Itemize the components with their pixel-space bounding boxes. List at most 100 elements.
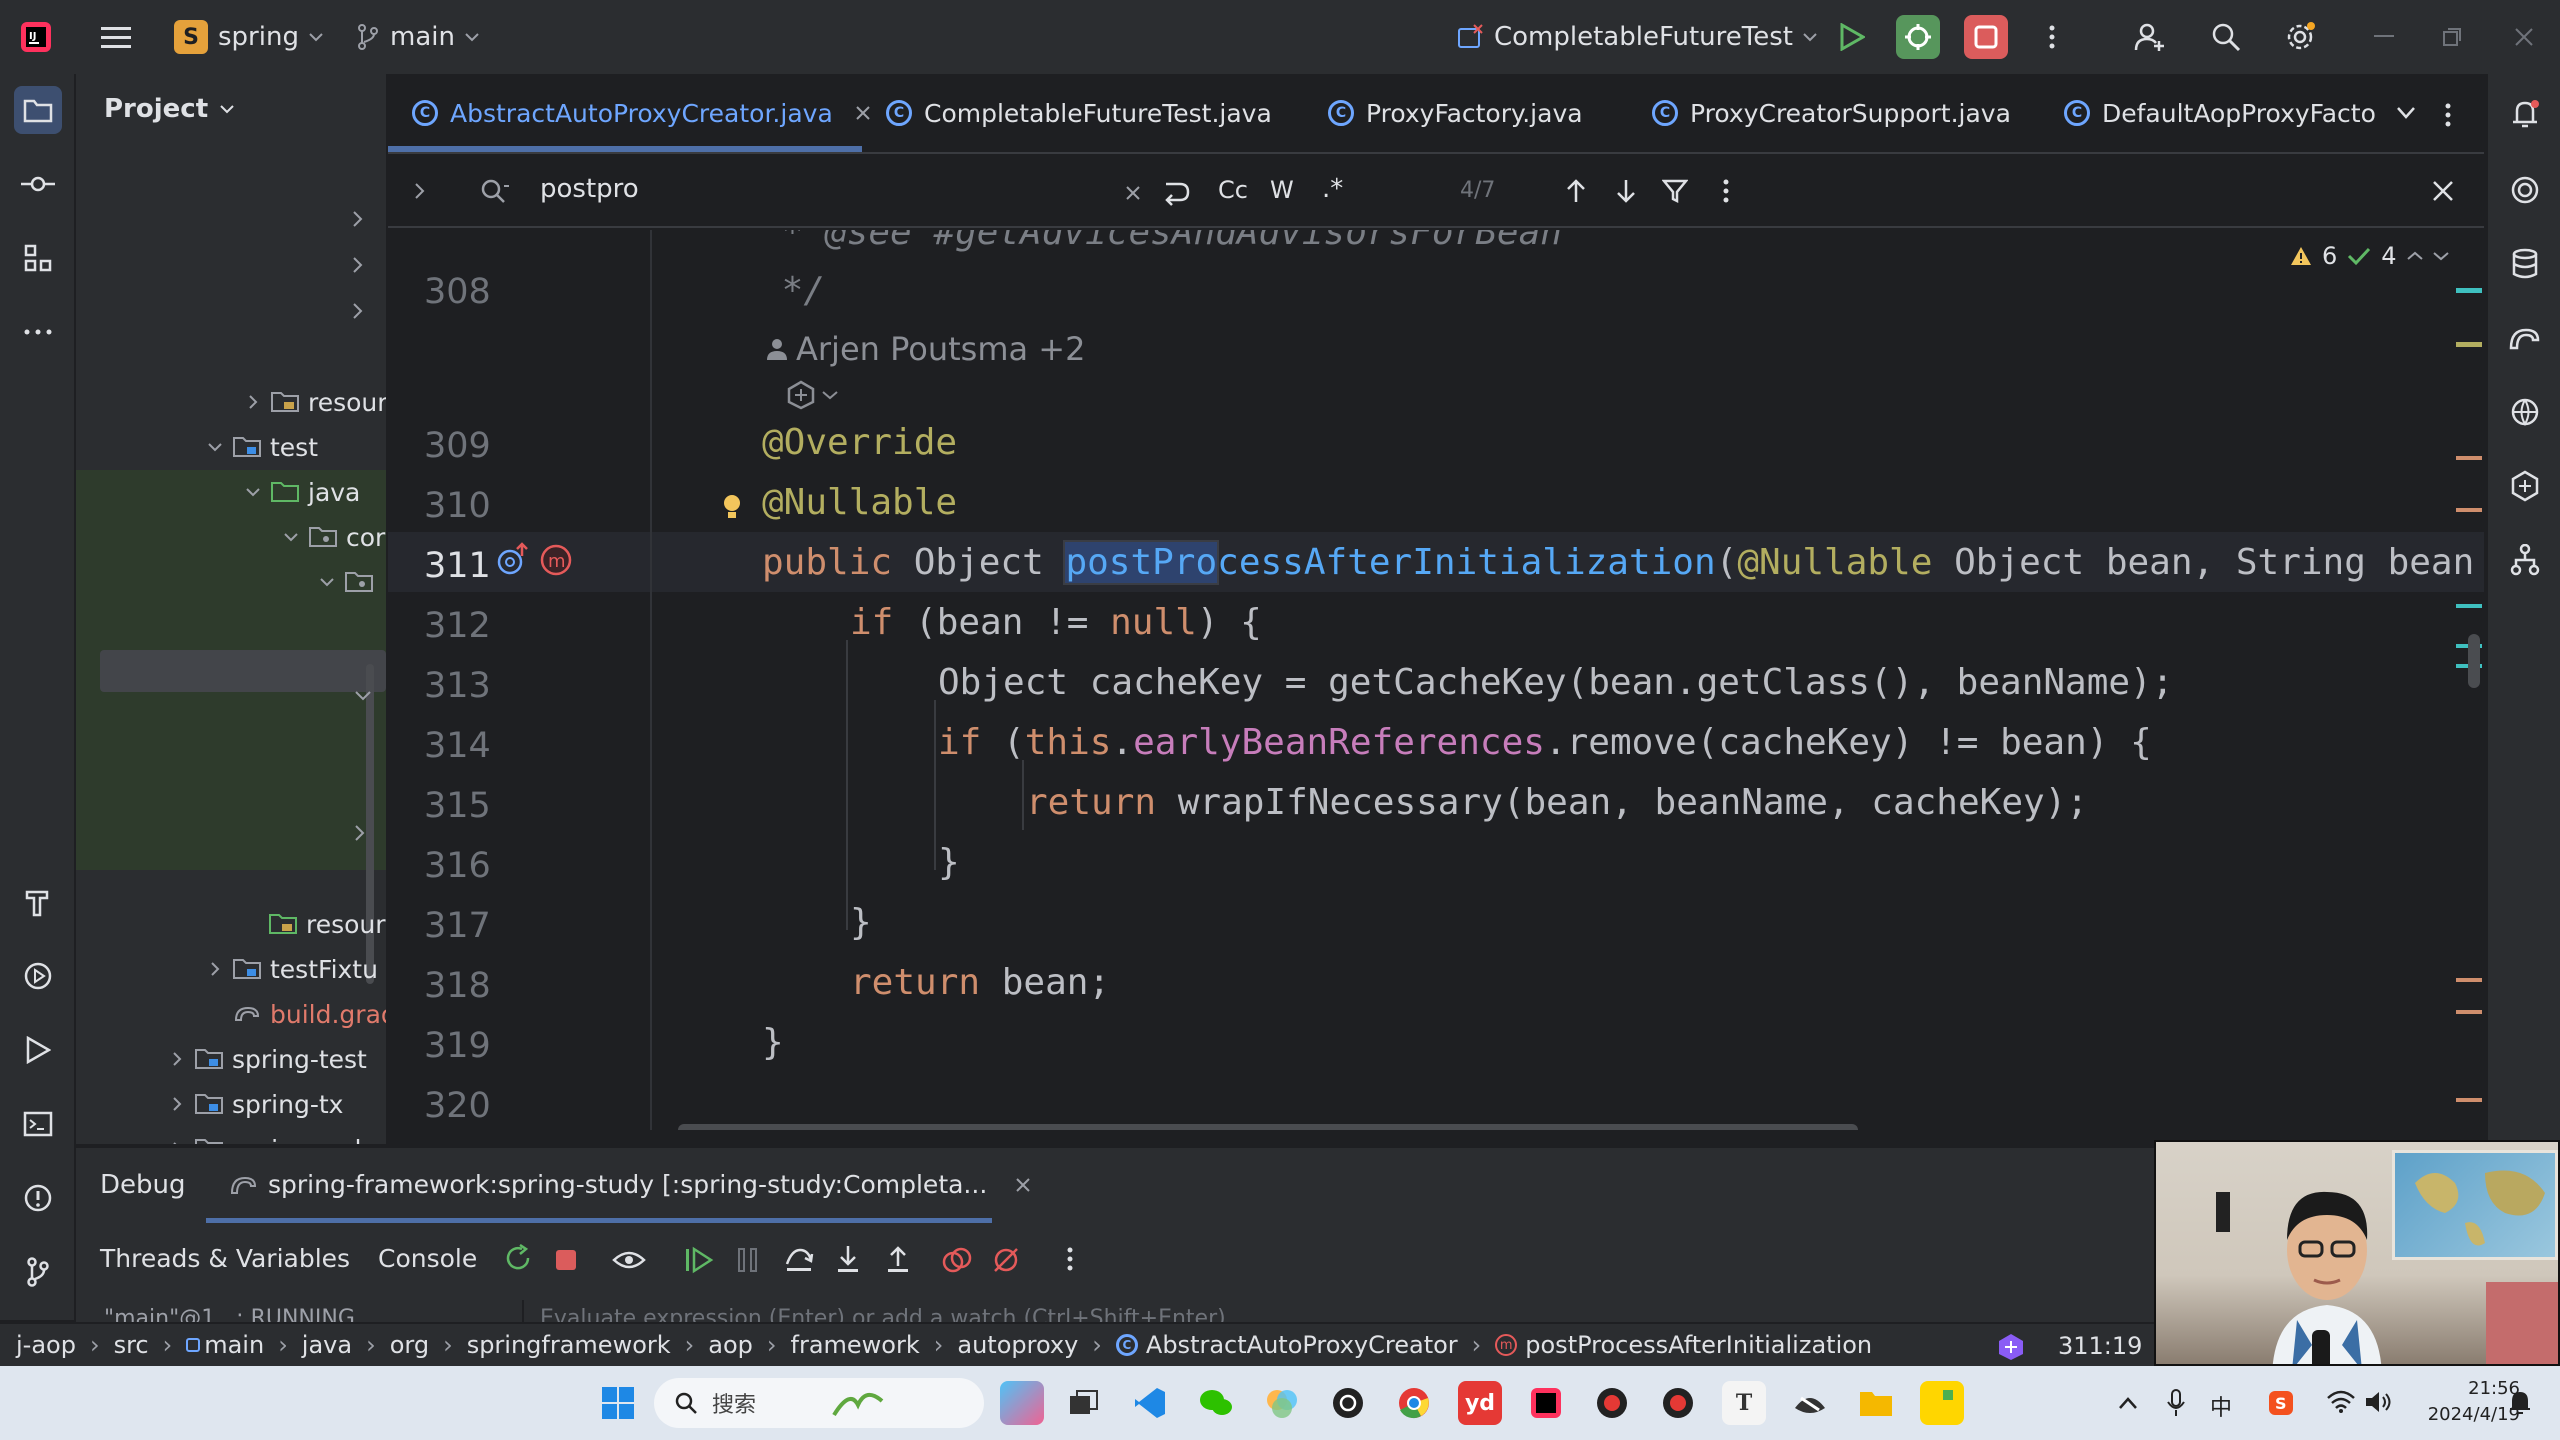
tabs-more-icon[interactable]	[2444, 102, 2452, 128]
find-more-options-icon[interactable]	[1722, 178, 1730, 204]
close-tab-icon[interactable]	[855, 105, 871, 121]
chevron-right-icon[interactable]	[354, 824, 366, 842]
code-editor[interactable]: * @see #getAdvicesAndAdvisorsForBean */ …	[670, 230, 2484, 1130]
chevron-right-icon[interactable]	[352, 210, 364, 228]
debug-session-tab[interactable]: spring-framework:spring-study [:spring-s…	[230, 1170, 1031, 1199]
tree-item[interactable]: resour	[244, 380, 386, 424]
tree-item[interactable]: test	[206, 425, 318, 469]
debug-more-icon[interactable]	[1066, 1246, 1074, 1272]
tree-item[interactable]: spring-tx	[168, 1082, 343, 1126]
tree-item[interactable]: spring-web	[168, 1127, 371, 1144]
ai-swirl-icon[interactable]	[2501, 166, 2549, 214]
selected-tree-row[interactable]	[100, 650, 386, 692]
project-selector[interactable]: S spring	[174, 14, 323, 60]
step-over-icon[interactable]	[784, 1246, 814, 1274]
stripe-mark[interactable]	[2456, 508, 2482, 512]
chevron-up-icon[interactable]	[2406, 251, 2423, 261]
tab-threads-variables[interactable]: Threads & Variables	[100, 1244, 350, 1273]
step-into-icon[interactable]	[836, 1244, 860, 1274]
file-explorer-icon[interactable]	[1854, 1381, 1898, 1425]
horizontal-scrollbar[interactable]	[678, 1124, 1858, 1130]
add-user-icon[interactable]	[2128, 15, 2172, 59]
project-tool-icon[interactable]	[14, 86, 62, 134]
structure-tree-icon[interactable]	[2501, 536, 2549, 584]
copilot-app-icon[interactable]	[1000, 1381, 1044, 1425]
gradle-icon[interactable]	[2501, 314, 2549, 362]
more-actions-icon[interactable]	[2030, 15, 2074, 59]
vscode-app-icon[interactable]	[1128, 1381, 1172, 1425]
tree-item[interactable]: java	[244, 470, 360, 514]
run-tool-icon[interactable]	[14, 1026, 62, 1074]
microphone-icon[interactable]	[2166, 1388, 2186, 1418]
breadcrumb-item[interactable]: src	[114, 1331, 149, 1359]
mute-breakpoints-icon[interactable]	[992, 1246, 1020, 1274]
ime-indicator[interactable]: 中	[2210, 1390, 2232, 1422]
breadcrumb-item[interactable]: autoproxy	[957, 1331, 1078, 1359]
stripe-mark[interactable]	[2456, 456, 2482, 460]
structure-tool-icon[interactable]	[14, 234, 62, 282]
tab-default-aop-proxy-factory[interactable]: C DefaultAopProxyFacto	[2064, 74, 2376, 152]
search-icon[interactable]	[2204, 15, 2248, 59]
view-breakpoints-icon[interactable]	[942, 1246, 972, 1274]
pause-icon[interactable]	[736, 1246, 760, 1274]
chevron-right-icon[interactable]	[352, 256, 364, 274]
task-view-icon[interactable]	[1062, 1381, 1106, 1425]
intellij-app-icon[interactable]	[1524, 1381, 1568, 1425]
breadcrumb-item[interactable]: springframework	[467, 1331, 671, 1359]
branch-selector[interactable]: main	[356, 14, 479, 60]
code-author-inlay[interactable]: Arjen Poutsma +2	[766, 330, 1085, 368]
photos-app-icon[interactable]	[1260, 1381, 1304, 1425]
endpoints-globe-icon[interactable]	[2501, 388, 2549, 436]
terminal-icon[interactable]	[14, 1100, 62, 1148]
run-icon[interactable]	[1830, 15, 1874, 59]
close-window-icon[interactable]	[2502, 15, 2546, 59]
chevron-down-icon[interactable]	[354, 690, 372, 702]
previous-occurrence-arrow-up-icon[interactable]	[1566, 178, 1586, 204]
wifi-icon[interactable]	[2326, 1390, 2356, 1414]
run-config-selector[interactable]: CompletableFutureTest	[1456, 14, 1817, 60]
typora-app-icon[interactable]: T	[1722, 1381, 1766, 1425]
tab-console[interactable]: Console	[378, 1244, 477, 1273]
breadcrumb-item[interactable]: j-aop	[16, 1331, 76, 1359]
view-breakpoints-eye-icon[interactable]	[612, 1248, 646, 1272]
stripe-mark[interactable]	[2456, 1010, 2482, 1014]
sogou-ime-icon[interactable]: S	[2268, 1390, 2294, 1416]
next-occurrence-arrow-down-icon[interactable]	[1616, 178, 1636, 204]
caret-position[interactable]: 311:19	[2058, 1332, 2142, 1360]
ai-assistant-icon[interactable]	[2501, 462, 2549, 510]
database-icon[interactable]	[2501, 240, 2549, 288]
tree-item[interactable]: cor	[282, 515, 385, 559]
method-breakpoint-icon[interactable]: m	[538, 542, 574, 578]
rerun-icon[interactable]	[504, 1244, 534, 1274]
restore-window-icon[interactable]	[2430, 15, 2474, 59]
clash-app-icon[interactable]	[1788, 1381, 1832, 1425]
tree-item[interactable]: spring-test	[168, 1037, 367, 1081]
close-tab-icon[interactable]	[1015, 1177, 1031, 1193]
inspection-widget[interactable]: 6 4	[2290, 242, 2449, 270]
services-icon[interactable]	[14, 952, 62, 1000]
tab-proxy-creator-support[interactable]: C ProxyCreatorSupport.java	[1652, 74, 2011, 152]
minimize-window-icon[interactable]	[2362, 15, 2406, 59]
overrides-method-icon[interactable]	[494, 542, 530, 578]
settings-gear-icon[interactable]	[2278, 15, 2322, 59]
windows-start-icon[interactable]	[596, 1381, 640, 1425]
tab-abstract-auto-proxy-creator[interactable]: C AbstractAutoProxyCreator.java	[412, 74, 871, 152]
tree-item[interactable]: testFixtu	[206, 947, 378, 991]
vertical-scrollbar[interactable]	[2468, 634, 2480, 688]
stop-icon[interactable]	[554, 1248, 578, 1272]
breadcrumb-item[interactable]: org	[390, 1331, 429, 1359]
tree-item[interactable]	[318, 560, 374, 604]
more-tools-icon[interactable]	[14, 308, 62, 356]
filter-icon[interactable]	[1662, 178, 1688, 204]
match-case-toggle[interactable]: Cc	[1218, 176, 1248, 204]
recorder-app-icon-2[interactable]	[1656, 1381, 1700, 1425]
stripe-mark[interactable]	[2456, 604, 2482, 608]
clear-search-icon[interactable]	[1126, 186, 1140, 200]
stripe-mark[interactable]	[2456, 1098, 2482, 1102]
tray-chevron-up-icon[interactable]	[2118, 1396, 2138, 1410]
preserve-case-icon[interactable]	[1162, 180, 1192, 206]
main-menu-icon[interactable]	[94, 15, 138, 59]
stripe-mark[interactable]	[2456, 342, 2482, 347]
tree-item[interactable]: build.gradle	[206, 992, 386, 1036]
project-panel-header[interactable]: Project	[104, 94, 234, 124]
